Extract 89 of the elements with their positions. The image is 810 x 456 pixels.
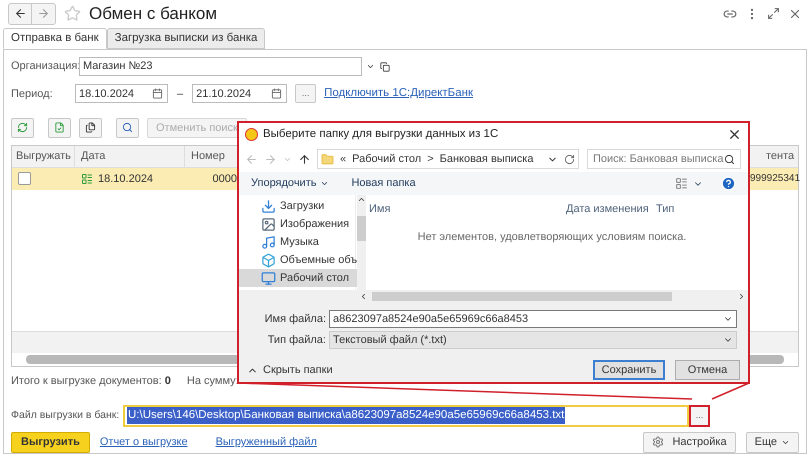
calendar-icon [271, 88, 282, 100]
search-field[interactable]: Поиск: Банковая выписка [587, 149, 741, 169]
refresh-icon [17, 122, 28, 134]
folder-tree-item[interactable]: Музыка [239, 233, 358, 251]
download-icon [261, 198, 276, 214]
music-note-icon [261, 234, 276, 250]
checkbox[interactable] [18, 172, 31, 186]
breadcrumb-prefix: « [340, 152, 346, 167]
back-arrow-icon [14, 7, 26, 20]
search-button[interactable] [116, 118, 139, 138]
forward-arrow-icon [37, 7, 50, 20]
document-icon [81, 172, 93, 185]
connect-link[interactable]: Подключить 1С:ДиректБанк [324, 85, 474, 103]
browse-button[interactable]: ... [689, 404, 710, 427]
column-header: тента [765, 149, 796, 164]
field-label: Организация: [11, 59, 77, 74]
folder-tree-item[interactable]: Изображения [239, 215, 358, 233]
documents-icon [54, 122, 65, 134]
column-header: Номер [190, 149, 226, 164]
save-button[interactable]: Сохранить [593, 360, 665, 380]
folder-icon [321, 152, 334, 166]
copy-icon [85, 122, 96, 134]
report-link[interactable]: Отчет о выгрузке [100, 434, 188, 451]
column-header: Дата [75, 146, 185, 167]
dash-text: – [176, 86, 184, 102]
window-title: Обмен с банком [89, 2, 218, 25]
refresh-button[interactable] [11, 118, 34, 138]
breadcrumb-separator: > [427, 152, 434, 167]
address-bar[interactable]: « Рабочий стол > Банковая выписка [317, 149, 579, 169]
settings-icon [652, 436, 664, 448]
tab[interactable]: Загрузка выписки из банка [106, 28, 266, 49]
field-label: Тип файла: [266, 332, 327, 348]
field-label: Период: [11, 86, 54, 102]
file-type-select[interactable]: Текстовый файл (*.txt) [329, 331, 737, 349]
dialog-title: Выберите папку для выгрузки данных из 1С [263, 126, 498, 142]
close-icon[interactable] [727, 127, 742, 142]
filename-field[interactable]: a8623097a8524e90a5e65969c66a8453 [329, 310, 737, 328]
export-button[interactable]: Выгрузить [11, 432, 90, 453]
breadcrumb: Банковая выписка [440, 152, 534, 167]
folder-tree-item[interactable]: Рабочий стол [239, 269, 358, 287]
open-icon [380, 62, 390, 72]
date-field[interactable]: 21.10.2024 [192, 84, 288, 104]
column-header: Выгружать [12, 146, 75, 167]
table-cell-text: 999925341 [750, 172, 800, 186]
scroll-left-icon [359, 292, 368, 300]
up-icon[interactable] [298, 152, 311, 166]
scroll-up-icon [357, 195, 366, 204]
settings-button[interactable]: Настройка [643, 432, 736, 453]
column-header[interactable]: Тип [656, 200, 674, 217]
search-icon [122, 122, 133, 134]
help-icon[interactable] [721, 176, 736, 191]
refresh-icon[interactable] [564, 154, 575, 164]
column-header[interactable]: Имя [356, 200, 566, 217]
star-icon[interactable] [64, 5, 81, 22]
scroll-right-icon [737, 292, 746, 300]
app-logo-icon [245, 128, 258, 141]
organization-field[interactable]: Магазин №23 [79, 57, 362, 76]
field-label: Файл выгрузки в банк: [11, 408, 120, 423]
totals-text: Итого к выгрузке документов: 0 [11, 374, 171, 390]
date-field[interactable]: 18.10.2024 [75, 84, 168, 104]
calendar-icon [152, 88, 163, 100]
file-link[interactable]: Выгруженный файл [216, 434, 317, 451]
vertical-scrollbar[interactable] [357, 195, 366, 290]
maximize-icon[interactable] [767, 7, 780, 20]
more-button[interactable]: Еще [746, 432, 799, 453]
new-folder-button[interactable]: Новая папка [351, 175, 416, 192]
monitor-icon [261, 270, 276, 286]
toolbar-button[interactable] [48, 118, 71, 138]
table-cell-text: 18.10.2024 [98, 172, 154, 187]
period-button[interactable]: ... [295, 84, 316, 104]
caret-icon [320, 179, 330, 188]
search-icon [724, 154, 735, 164]
breadcrumb: Рабочий стол [352, 152, 422, 167]
organize-button[interactable]: Упорядочить [251, 175, 330, 192]
sum-label: На сумму: [186, 374, 239, 390]
file-path-field[interactable]: U:\Users\146\Desktop\Банковая выписка\a8623097a8524e90a5e65969c66a8453.txt [123, 404, 689, 427]
image-icon [261, 216, 276, 232]
table-cell-text: 0000 [212, 172, 237, 187]
column-header[interactable]: Дата изменения [566, 200, 656, 217]
copy-button[interactable] [79, 118, 102, 138]
cube-icon [261, 252, 276, 268]
tab[interactable]: Отправка в банк [3, 28, 107, 49]
hide-folders-button[interactable]: Скрыть папки [247, 362, 333, 378]
empty-message: Нет элементов, удовлетворяющих условиям поиска. [418, 230, 686, 245]
field-label: Имя файла: [264, 312, 327, 327]
view-icon[interactable] [675, 177, 688, 190]
cancel-button[interactable]: Отмена [675, 360, 740, 380]
folder-tree-item[interactable]: Объемные объ [239, 251, 358, 269]
folder-tree-item[interactable]: Загрузки [239, 197, 358, 215]
